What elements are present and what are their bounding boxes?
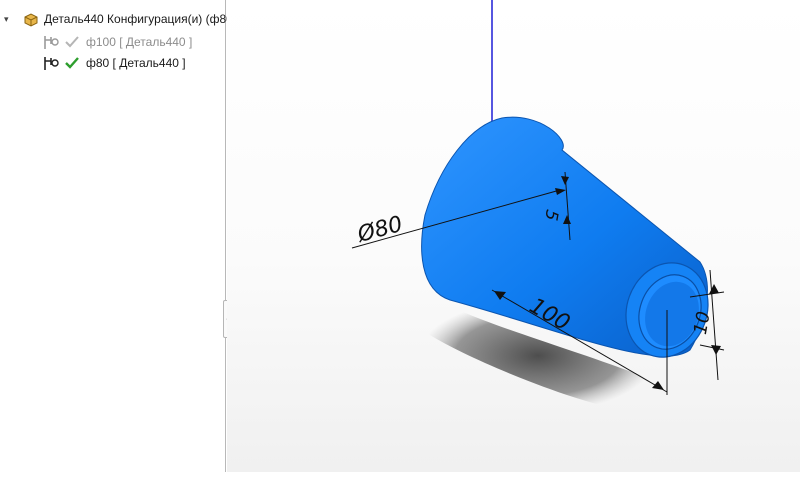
part-icon: [24, 13, 38, 27]
tree-root-part[interactable]: ▾ Деталь440 Конфигурация(и) (ф80): [4, 10, 237, 28]
tree-root-label: Деталь440 Конфигурация(и) (ф80): [44, 12, 237, 26]
expand-toggle-icon[interactable]: ▾: [4, 14, 16, 25]
config-label-f80: ф80 [ Деталь440 ]: [86, 56, 186, 70]
bore-arrow-bottom: [711, 345, 721, 355]
config-label-f100: ф100 [ Деталь440 ]: [86, 35, 193, 49]
tree-item-config-f80[interactable]: ф80 [ Деталь440 ]: [42, 54, 186, 72]
configuration-manager-panel: ▾ Деталь440 Конфигурация(и) (ф80) ф100 […: [0, 0, 237, 472]
check-inactive-icon: [65, 36, 79, 48]
configuration-icon: [44, 57, 59, 70]
bore-arrow-top: [709, 284, 719, 294]
dim-bore-label: 10: [690, 310, 715, 336]
dim-diameter-label: Ø80: [354, 212, 405, 248]
model-view: Ø80 5 100 10: [351, 0, 725, 412]
check-active-icon: [65, 57, 79, 69]
tree-item-config-f100[interactable]: ф100 [ Деталь440 ]: [42, 33, 192, 51]
configuration-icon: [44, 36, 59, 49]
graphics-viewport[interactable]: Ø80 5 100 10: [227, 0, 800, 472]
